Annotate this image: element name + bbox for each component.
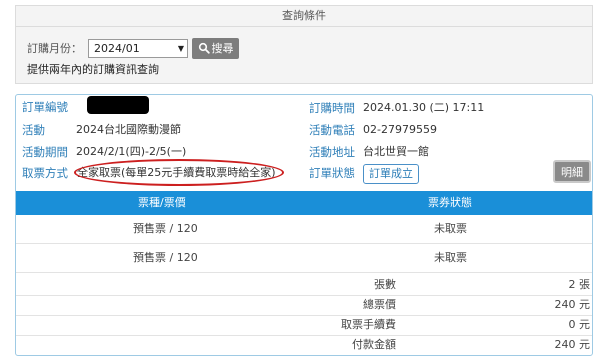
order-status-label: 訂單狀態 (309, 166, 355, 180)
event-phone-value: 02-27979559 (363, 123, 437, 136)
summary-row-pickup-fee: 取票手續費 0 元 (16, 316, 592, 334)
order-number-label: 訂單編號 (22, 100, 68, 114)
month-select-value: 2024/01 (94, 41, 140, 55)
search-icon (198, 42, 210, 54)
event-address-label: 活動地址 (309, 145, 355, 159)
month-label: 訂購月份： (27, 42, 82, 55)
order-number-redaction (87, 96, 149, 114)
event-label: 活動 (22, 123, 45, 137)
summary-row-payment-amount: 付款金額 240 元 (16, 336, 592, 354)
ticket-status-cell: 未取票 (434, 222, 467, 235)
chevron-down-icon: ▼ (177, 43, 184, 53)
order-status-badge: 訂單成立 (363, 164, 419, 184)
event-period-label: 活動期間 (22, 145, 68, 159)
ticket-type-cell: 預售票 / 120 (133, 251, 198, 264)
summary-row-quantity: 張數 2 張 (16, 276, 592, 294)
query-panel-title: 查詢條件 (16, 6, 592, 27)
order-time-value: 2024.01.30 (二) 17:11 (363, 101, 485, 114)
event-period-value: 2024/2/1(四)-2/5(一) (76, 145, 187, 158)
search-button[interactable]: 搜尋 (192, 37, 239, 59)
query-note: 提供兩年內的訂購資訊查詢 (27, 63, 159, 76)
summary-value: 240 元 (554, 338, 591, 351)
summary-label: 付款金額 (352, 338, 396, 351)
pickup-method-label: 取票方式 (22, 166, 68, 180)
ticket-type-column-header: 票種/票價 (138, 196, 186, 209)
event-address-value: 台北世貿一館 (363, 145, 429, 158)
event-value: 2024台北國際動漫節 (76, 123, 181, 136)
ticket-row: 預售票 / 120 未取票 (16, 244, 592, 273)
summary-label: 張數 (374, 278, 396, 291)
order-time-label: 訂購時間 (309, 101, 355, 115)
ticket-table-header: 票種/票價 票券狀態 (16, 191, 592, 215)
pickup-highlight-circle (74, 159, 284, 186)
ticket-row: 預售票 / 120 未取票 (16, 215, 592, 244)
summary-row-total-price: 總票價 240 元 (16, 296, 592, 314)
event-phone-label: 活動電話 (309, 123, 355, 137)
query-row: 訂購月份： 2024/01 ▼ 搜尋 (27, 37, 239, 59)
ticket-type-cell: 預售票 / 120 (133, 222, 198, 235)
order-card: 訂單編號 活動 2024台北國際動漫節 活動期間 2024/2/1(四)-2/5… (15, 94, 593, 356)
month-select[interactable]: 2024/01 ▼ (88, 38, 188, 58)
ticket-status-column-header: 票券狀態 (428, 196, 472, 209)
search-button-label: 搜尋 (211, 42, 234, 55)
query-panel: 查詢條件 訂購月份： 2024/01 ▼ 搜尋 提供兩年內的訂購資訊查詢 (15, 5, 593, 84)
detail-button[interactable]: 明細 (553, 160, 591, 183)
summary-label: 取票手續費 (341, 318, 396, 331)
summary-value: 0 元 (568, 318, 591, 331)
summary-value: 2 張 (568, 278, 591, 291)
summary-value: 240 元 (554, 298, 591, 311)
summary-label: 總票價 (363, 298, 396, 311)
ticket-status-cell: 未取票 (434, 251, 467, 264)
